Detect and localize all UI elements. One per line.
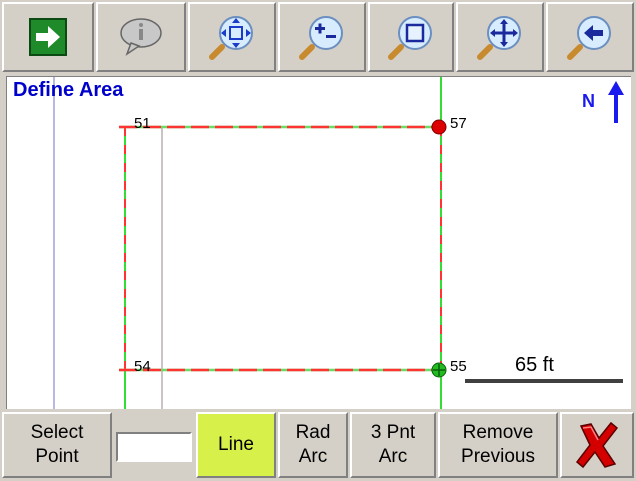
zoom-in-out-icon <box>299 16 343 60</box>
map-title: Define Area <box>13 79 124 101</box>
bottom-toolbar: Select Point Line Rad Arc 3 Pnt Arc Remo… <box>0 410 636 481</box>
point-input-field[interactable] <box>116 432 192 462</box>
north-arrow-icon <box>608 81 624 95</box>
info-button[interactable] <box>96 2 186 72</box>
cancel-button[interactable] <box>560 412 634 478</box>
point-57-marker[interactable] <box>431 119 447 135</box>
zoom-window-icon <box>388 16 432 60</box>
zoom-window-button[interactable] <box>368 2 454 72</box>
line-button[interactable]: Line <box>196 412 276 478</box>
point-label-55: 55 <box>450 358 467 375</box>
three-pnt-arc-button[interactable]: 3 Pnt Arc <box>350 412 436 478</box>
red-x-icon <box>575 421 619 469</box>
pan-icon <box>477 16 521 60</box>
pan-button[interactable] <box>456 2 544 72</box>
zoom-in-out-button[interactable] <box>278 2 366 72</box>
scale-label: 65 ft <box>515 354 554 376</box>
point-label-54: 54 <box>134 358 151 375</box>
zoom-extents-icon <box>209 16 253 60</box>
select-point-button[interactable]: Select Point <box>2 412 112 478</box>
scale-bar <box>465 379 623 383</box>
zoom-previous-button[interactable] <box>546 2 634 72</box>
zoom-previous-icon <box>567 16 611 60</box>
top-toolbar <box>0 0 636 74</box>
remove-previous-button[interactable]: Remove Previous <box>438 412 558 478</box>
point-label-57: 57 <box>450 115 467 132</box>
info-bubble-icon <box>120 18 162 56</box>
zoom-extents-button[interactable] <box>188 2 276 72</box>
map-canvas[interactable]: Define Area N 51 57 54 55 65 ft <box>6 76 631 409</box>
right-arrow-icon <box>29 18 67 56</box>
go-button[interactable] <box>2 2 94 72</box>
rad-arc-button[interactable]: Rad Arc <box>278 412 348 478</box>
north-label: N <box>582 91 595 111</box>
point-label-51: 51 <box>134 115 151 132</box>
